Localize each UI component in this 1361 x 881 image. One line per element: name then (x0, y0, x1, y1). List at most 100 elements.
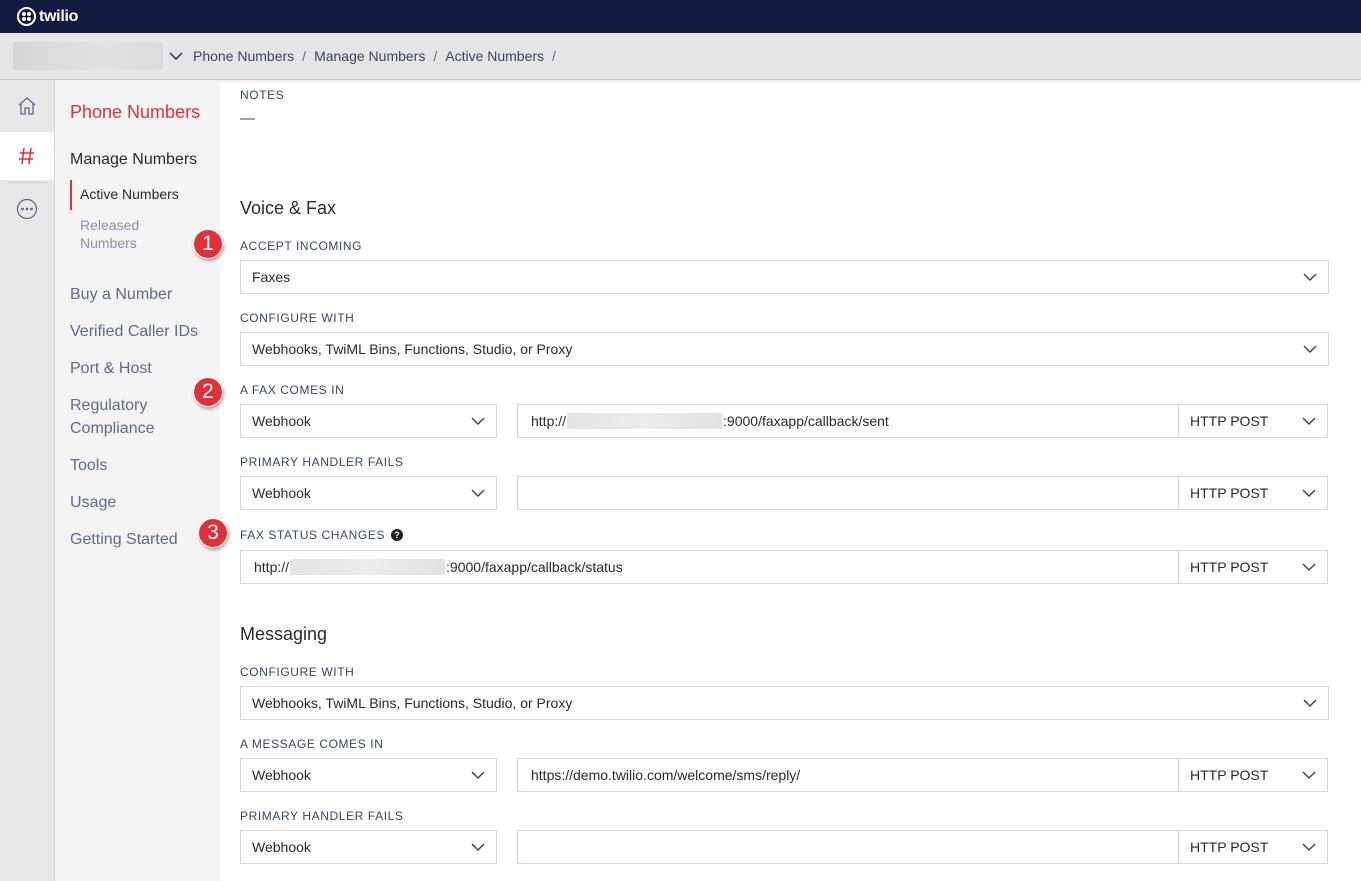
sidebar: Phone Numbers Manage Numbers Active Numb… (55, 80, 220, 881)
callout-badge-3: 3 (198, 518, 228, 548)
home-nav-button[interactable] (0, 80, 54, 132)
fax-comes-in-url-input[interactable]: http:// :9000/faxapp/callback/sent (517, 404, 1179, 438)
notes-value: — (240, 110, 255, 127)
breadcrumb-separator: / (302, 48, 307, 64)
chevron-down-icon (1303, 273, 1317, 282)
sidebar-item-buy-a-number[interactable]: Buy a Number (70, 283, 215, 306)
fax-status-url-input[interactable]: http:// :9000/faxapp/callback/status (240, 550, 1179, 584)
sidebar-group-manage-numbers[interactable]: Manage Numbers (70, 151, 197, 169)
message-comes-in-type-select[interactable]: Webhook (240, 758, 497, 792)
message-comes-in-label: A MESSAGE COMES IN (240, 737, 384, 751)
chevron-down-icon (471, 771, 485, 780)
sidebar-item-tools[interactable]: Tools (70, 454, 215, 477)
breadcrumb-bar: Phone Numbers / Manage Numbers / Active … (0, 33, 1361, 80)
chevron-down-icon (1302, 771, 1316, 780)
redacted-host (567, 413, 723, 429)
main-content: NOTES — Voice & Fax ACCEPT INCOMING Faxe… (220, 80, 1361, 881)
sidebar-item-usage[interactable]: Usage (70, 491, 215, 514)
callout-badge-2: 2 (193, 377, 223, 407)
notes-label: NOTES (240, 88, 285, 102)
accept-incoming-value: Faxes (252, 269, 291, 285)
messaging-configure-with-value: Webhooks, TwiML Bins, Functions, Studio,… (252, 695, 573, 711)
primary-fails-type-value: Webhook (252, 485, 311, 501)
fax-comes-in-label: A FAX COMES IN (240, 383, 345, 397)
messaging-primary-fails-url-input[interactable] (517, 830, 1179, 864)
redacted-host (290, 559, 446, 575)
sidebar-item-released-numbers[interactable]: Released Numbers (80, 216, 190, 252)
chevron-down-icon (1302, 843, 1316, 852)
active-indicator (70, 180, 72, 210)
account-selector[interactable] (13, 42, 163, 70)
messaging-primary-fails-type-select[interactable]: Webhook (240, 830, 497, 864)
chevron-down-icon (471, 489, 485, 498)
sidebar-item-active-numbers[interactable]: Active Numbers (80, 186, 179, 202)
accept-incoming-select[interactable]: Faxes (240, 260, 1329, 294)
messaging-primary-fails-method-select[interactable]: HTTP POST (1178, 830, 1328, 864)
account-chevron-down-icon[interactable] (167, 47, 185, 65)
fax-status-method-select[interactable]: HTTP POST (1178, 550, 1328, 584)
callout-badge-1: 1 (193, 229, 223, 259)
primary-fails-url-input[interactable] (517, 476, 1179, 510)
fax-comes-in-type-value: Webhook (252, 413, 311, 429)
primary-fails-method-value: HTTP POST (1190, 485, 1269, 501)
sidebar-item-regulatory-compliance[interactable]: Regulatory Compliance (70, 394, 180, 440)
message-comes-in-url-value: https://demo.twilio.com/welcome/sms/repl… (531, 767, 801, 783)
chevron-down-icon (1302, 417, 1316, 426)
messaging-configure-with-select[interactable]: Webhooks, TwiML Bins, Functions, Studio,… (240, 686, 1329, 720)
fax-comes-in-method-select[interactable]: HTTP POST (1178, 404, 1328, 438)
sidebar-item-getting-started[interactable]: Getting Started (70, 528, 215, 551)
fax-url-suffix: :9000/faxapp/callback/sent (723, 413, 889, 429)
message-comes-in-type-value: Webhook (252, 767, 311, 783)
chevron-down-icon (1302, 563, 1316, 572)
fax-comes-in-method-value: HTTP POST (1190, 413, 1269, 429)
primary-fails-type-select[interactable]: Webhook (240, 476, 497, 510)
status-url-suffix: :9000/faxapp/callback/status (446, 559, 623, 575)
messaging-configure-with-label: CONFIGURE WITH (240, 665, 355, 679)
fax-status-changes-label: FAX STATUS CHANGES? (240, 528, 404, 542)
message-comes-in-method-value: HTTP POST (1190, 767, 1269, 783)
accept-incoming-label: ACCEPT INCOMING (240, 239, 363, 253)
phone-numbers-nav-button[interactable] (0, 132, 54, 180)
sidebar-item-port-and-host[interactable]: Port & Host (70, 357, 215, 380)
top-bar: twilio (0, 0, 1361, 33)
twilio-logo[interactable]: twilio (17, 7, 78, 26)
breadcrumb-phone-numbers[interactable]: Phone Numbers (193, 48, 294, 64)
message-comes-in-method-select[interactable]: HTTP POST (1178, 758, 1328, 792)
breadcrumb-separator: / (552, 48, 556, 64)
chevron-down-icon (471, 417, 485, 426)
chevron-down-icon (471, 843, 485, 852)
breadcrumb-manage-numbers[interactable]: Manage Numbers (314, 48, 425, 64)
configure-with-value: Webhooks, TwiML Bins, Functions, Studio,… (252, 341, 573, 357)
sidebar-item-verified-caller-ids[interactable]: Verified Caller IDs (70, 320, 215, 343)
hash-icon (19, 147, 34, 165)
more-nav-button[interactable] (0, 183, 54, 235)
messaging-primary-fails-label: PRIMARY HANDLER FAILS (240, 809, 404, 823)
fax-url-prefix: http:// (531, 413, 567, 429)
chevron-down-icon (1303, 699, 1317, 708)
fax-comes-in-type-select[interactable]: Webhook (240, 404, 497, 438)
status-url-prefix: http:// (254, 559, 290, 575)
chevron-down-icon (1302, 489, 1316, 498)
help-icon[interactable]: ? (391, 529, 404, 541)
messaging-title: Messaging (240, 624, 328, 644)
messaging-primary-fails-type-value: Webhook (252, 839, 311, 855)
breadcrumb-separator: / (433, 48, 438, 64)
home-icon (18, 97, 36, 115)
primary-handler-fails-label: PRIMARY HANDLER FAILS (240, 455, 404, 469)
configure-with-select[interactable]: Webhooks, TwiML Bins, Functions, Studio,… (240, 332, 1329, 366)
twilio-logo-icon (17, 7, 36, 26)
more-icon (16, 198, 38, 220)
breadcrumb-active-numbers[interactable]: Active Numbers (445, 48, 544, 64)
fax-status-method-value: HTTP POST (1190, 559, 1269, 575)
primary-fails-method-select[interactable]: HTTP POST (1178, 476, 1328, 510)
sidebar-title[interactable]: Phone Numbers (70, 102, 200, 123)
brand-name: twilio (39, 7, 79, 25)
configure-with-label: CONFIGURE WITH (240, 311, 355, 325)
breadcrumb: Phone Numbers / Manage Numbers / Active … (193, 48, 564, 64)
voice-fax-title: Voice & Fax (240, 198, 337, 218)
messaging-primary-fails-method-value: HTTP POST (1190, 839, 1269, 855)
message-comes-in-url-input[interactable]: https://demo.twilio.com/welcome/sms/repl… (517, 758, 1179, 792)
chevron-down-icon (1303, 345, 1317, 354)
fax-status-changes-text: FAX STATUS CHANGES (240, 528, 386, 542)
icon-rail (0, 80, 55, 881)
